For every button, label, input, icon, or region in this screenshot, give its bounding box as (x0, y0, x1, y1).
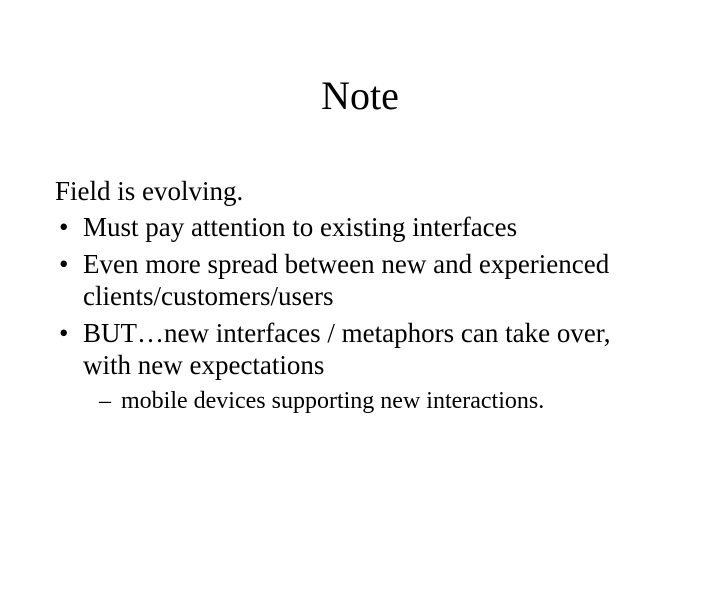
sub-bullet-item: mobile devices supporting new interactio… (99, 387, 660, 416)
intro-text: Field is evolving. (55, 175, 660, 207)
slide-title: Note (0, 72, 720, 119)
sub-bullet-list: mobile devices supporting new interactio… (55, 387, 660, 416)
slide-body: Field is evolving. Must pay attention to… (55, 175, 660, 416)
bullet-item: Must pay attention to existing interface… (55, 211, 660, 243)
bullet-item: BUT…new interfaces / metaphors can take … (55, 317, 660, 382)
slide: Note Field is evolving. Must pay attenti… (0, 72, 720, 612)
bullet-list: Must pay attention to existing interface… (55, 211, 660, 381)
bullet-item: Even more spread between new and experie… (55, 248, 660, 313)
